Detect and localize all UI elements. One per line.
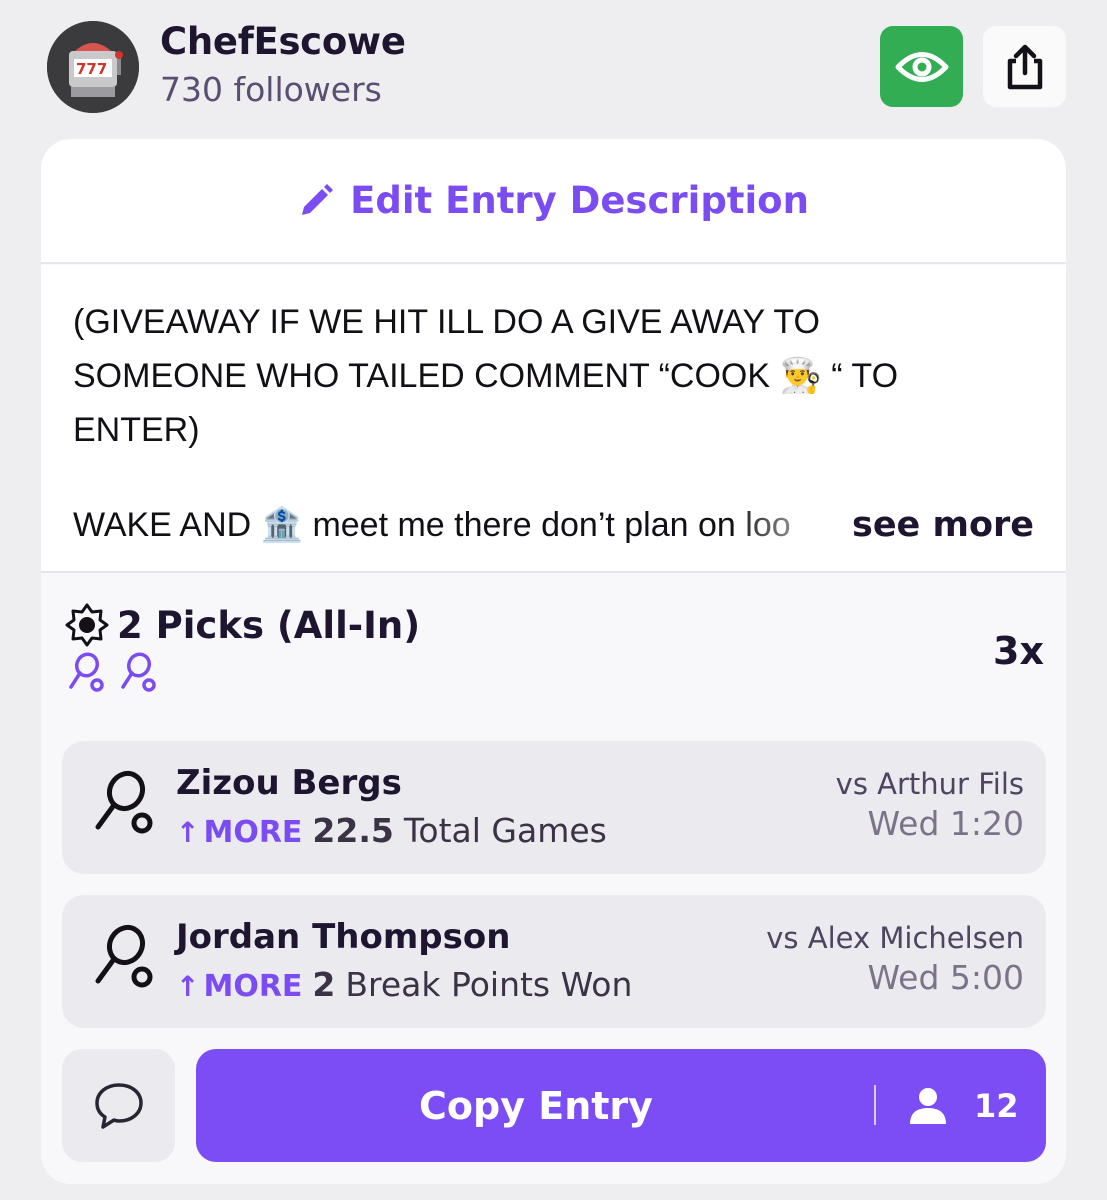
pencil-icon [298,183,334,219]
username[interactable]: ChefEscowe [160,20,406,63]
entry-screen: 777 ChefEscowe 730 followers Edit Entry … [0,0,1107,1200]
tennis-racket-icon [119,651,159,695]
avatar[interactable]: 777 [47,21,139,113]
tennis-racket-icon [67,651,107,695]
tennis-racket-icon [92,923,156,995]
watch-button[interactable] [880,26,963,107]
copy-entry-button[interactable]: Copy Entry 12 [196,1049,1046,1162]
description-text: (GIVEAWAY IF WE HIT ILL DO A GIVE AWAY T… [73,295,973,457]
match-time: Wed 5:00 [867,958,1024,997]
picks-title: 2 Picks (All-In) [117,604,420,647]
share-icon [1003,43,1047,91]
sun-badge-icon [63,601,111,649]
edit-description-label: Edit Entry Description [350,179,809,222]
arrow-up-icon: ↑ [176,816,199,849]
divider [874,1085,876,1125]
pick-direction: MORE [203,969,302,1004]
edit-description-button[interactable]: Edit Entry Description [41,139,1066,264]
copy-entry-label: Copy Entry [196,1049,876,1162]
opponent: vs Arthur Fils [836,767,1024,801]
pick-value: 22.5 [312,811,393,850]
comment-button[interactable] [62,1049,175,1162]
pick-value: 2 [312,965,335,1004]
pick-card[interactable]: Jordan Thompson ↑ MORE 2 Break Points Wo… [62,895,1046,1028]
opponent: vs Alex Michelsen [766,921,1024,955]
pick-line: ↑ MORE 22.5 Total Games [176,811,607,850]
share-button[interactable] [983,26,1066,107]
payout-multiplier: 3x [993,629,1044,673]
pick-stat: Break Points Won [345,965,632,1004]
copy-count: 12 [908,1049,1019,1162]
match-time: Wed 1:20 [867,804,1024,843]
sport-icons [67,651,159,695]
pick-direction: MORE [203,815,302,850]
player-name: Jordan Thompson [176,917,510,957]
tennis-racket-icon [92,769,156,841]
player-name: Zizou Bergs [176,763,402,803]
text-fade [731,497,871,557]
chat-bubble-icon [93,1081,145,1131]
arrow-up-icon: ↑ [176,970,199,1003]
picks-header: 2 Picks (All-In) [63,601,420,649]
eye-icon [895,48,949,86]
svg-text:777: 777 [76,60,107,78]
pick-line: ↑ MORE 2 Break Points Won [176,965,632,1004]
entry-card: Edit Entry Description (GIVEAWAY IF WE H… [41,139,1066,1184]
pick-stat: Total Games [404,811,607,850]
copy-count-value: 12 [974,1087,1019,1125]
see-more-link[interactable]: see more [852,505,1034,545]
follower-count: 730 followers [160,70,382,109]
pick-card[interactable]: Zizou Bergs ↑ MORE 22.5 Total Games vs A… [62,741,1046,874]
slot-machine-icon: 777 [47,21,139,113]
user-icon [908,1086,948,1126]
